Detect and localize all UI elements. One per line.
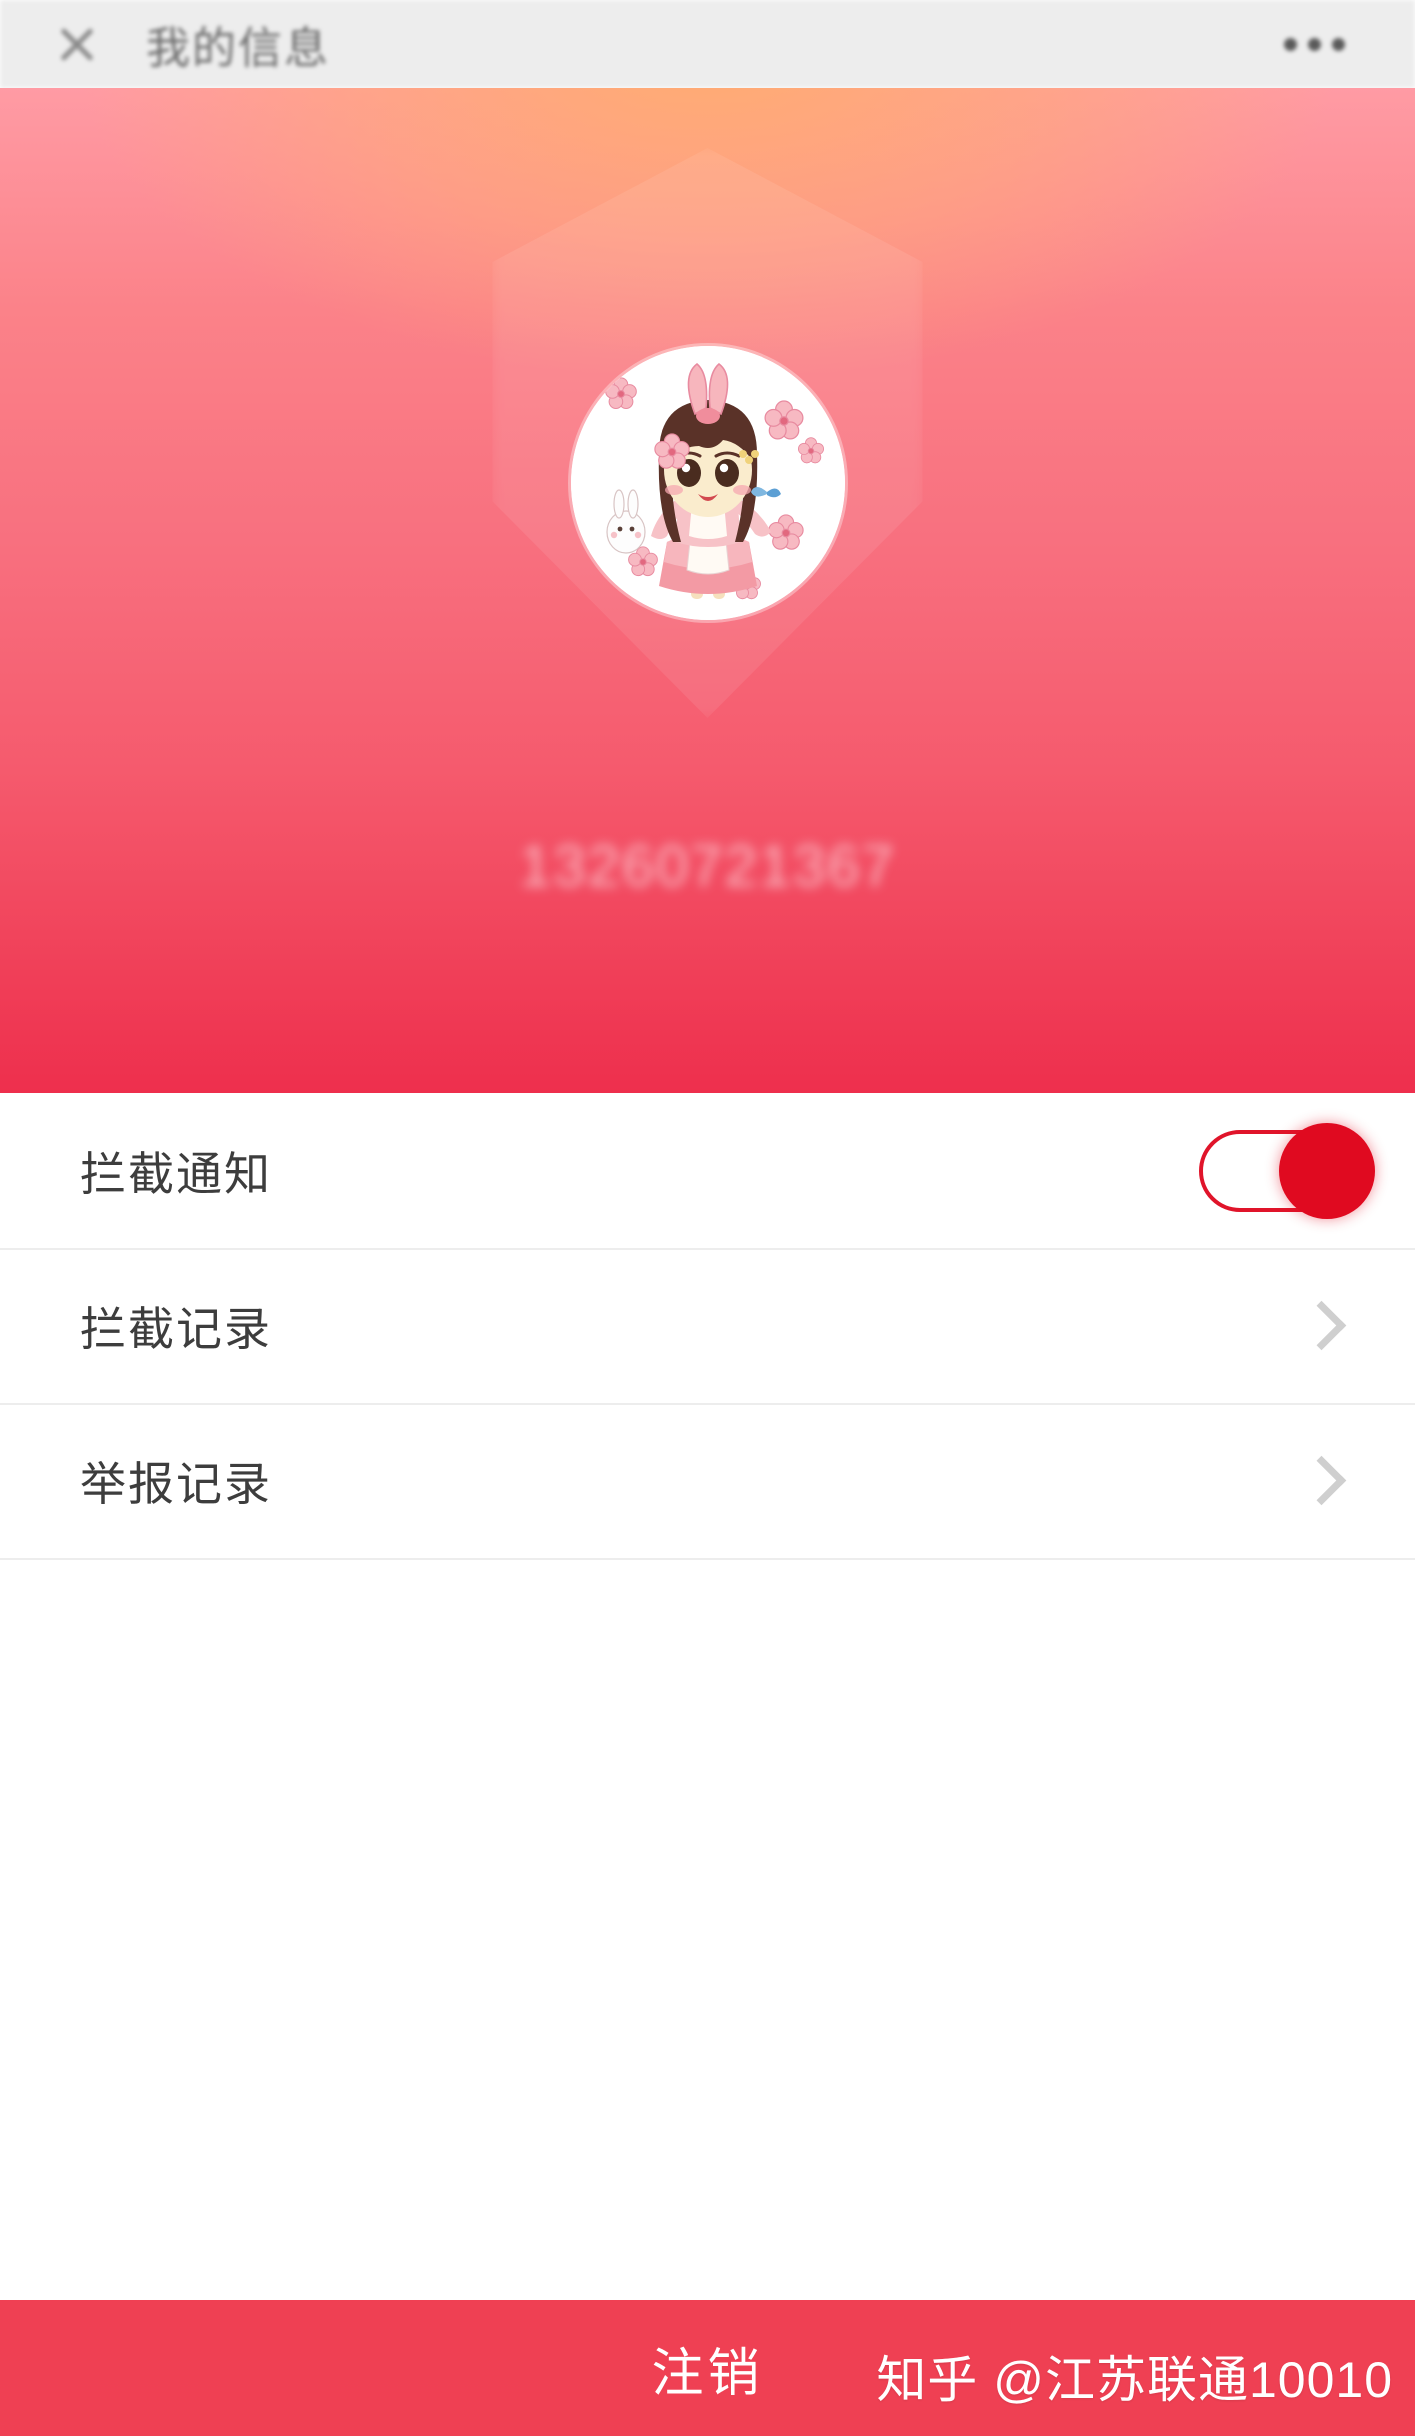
page-title: 我的信息: [146, 24, 330, 73]
chevron-right-icon: [1296, 1300, 1347, 1351]
list-item-report-records[interactable]: 举报记录: [0, 1403, 1415, 1558]
list-item-block-records[interactable]: 拦截记录: [0, 1248, 1415, 1403]
profile-hero: 13260721367: [0, 88, 1415, 1093]
list-item-label: 拦截通知: [80, 1147, 272, 1200]
list-item-label: 拦截记录: [80, 1302, 272, 1355]
toggle-knob: [1279, 1122, 1375, 1219]
list-item-label: 举报记录: [80, 1457, 272, 1510]
chevron-right-icon: [1296, 1455, 1347, 1506]
more-dot: [1308, 37, 1321, 51]
more-dot: [1284, 37, 1297, 51]
settings-list: 拦截通知 拦截记录 举报记录: [0, 1093, 1415, 1558]
watermark: 知乎 @江苏联通10010: [876, 2352, 1393, 2408]
close-icon[interactable]: [54, 21, 100, 67]
avatar[interactable]: [570, 346, 845, 620]
navigation-bar: 我的信息: [0, 0, 1415, 88]
more-dot: [1332, 37, 1345, 51]
phone-number: 13260721367: [519, 834, 896, 899]
app-screen: 我的信息 13260721367 拦截通知 拦截记录 举报记录 注销 知乎 @江…: [0, 0, 1415, 2436]
logout-button-label: 注销: [651, 2344, 764, 2403]
list-bottom-divider: [0, 1558, 1415, 1560]
list-item-block-notification[interactable]: 拦截通知: [0, 1093, 1415, 1248]
block-notification-toggle[interactable]: [1199, 1122, 1375, 1219]
more-options-icon[interactable]: [1284, 37, 1345, 51]
